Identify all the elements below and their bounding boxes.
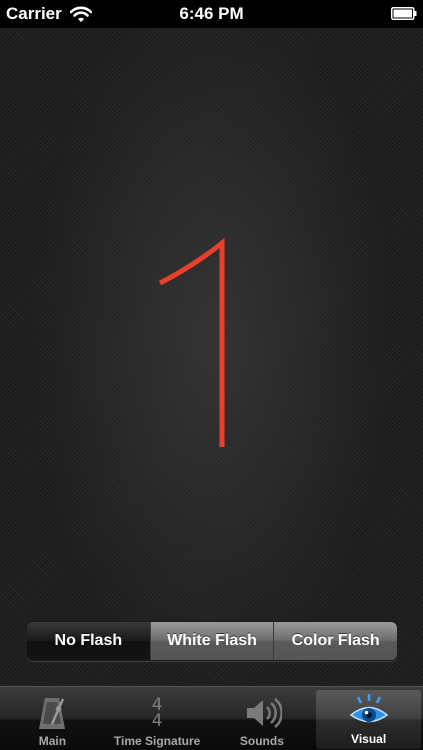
tab-sounds-label: Sounds	[239, 734, 284, 748]
tab-sounds[interactable]: Sounds	[210, 687, 315, 750]
status-time: 6:46 PM	[179, 4, 244, 23]
beat-number-value: 1	[192, 427, 198, 438]
tab-bar: Main 4 4 Time Signature Sounds Visual	[0, 686, 423, 750]
speaker-icon	[246, 698, 282, 728]
tab-visual-label: Visual	[351, 732, 387, 746]
tab-main-label: Main	[38, 734, 67, 748]
metronome-icon	[39, 698, 66, 729]
tab-time-signature[interactable]: 4 4 Time Signature	[105, 687, 210, 750]
app-screen: Carrier 6:46 PM 1 No Flash White Flash C…	[0, 0, 423, 750]
white-flash-button[interactable]: White Flash	[149, 622, 274, 660]
flash-mode-segmented-control: No Flash White Flash Color Flash	[26, 621, 398, 661]
tab-visual[interactable]: Visual	[316, 690, 421, 749]
no-flash-button[interactable]: No Flash	[27, 622, 150, 660]
time-signature-denominator: 4	[151, 711, 163, 731]
eye-icon	[349, 694, 388, 723]
time-signature-icon: 4 4	[137, 694, 177, 732]
tab-time-signature-label: Time Signature	[113, 734, 201, 748]
color-flash-button[interactable]: Color Flash	[273, 622, 397, 660]
tab-main[interactable]: Main	[0, 687, 105, 750]
battery-icon	[391, 7, 417, 20]
status-bar: Carrier 6:46 PM	[0, 0, 423, 28]
beat-number: 1	[158, 237, 225, 447]
